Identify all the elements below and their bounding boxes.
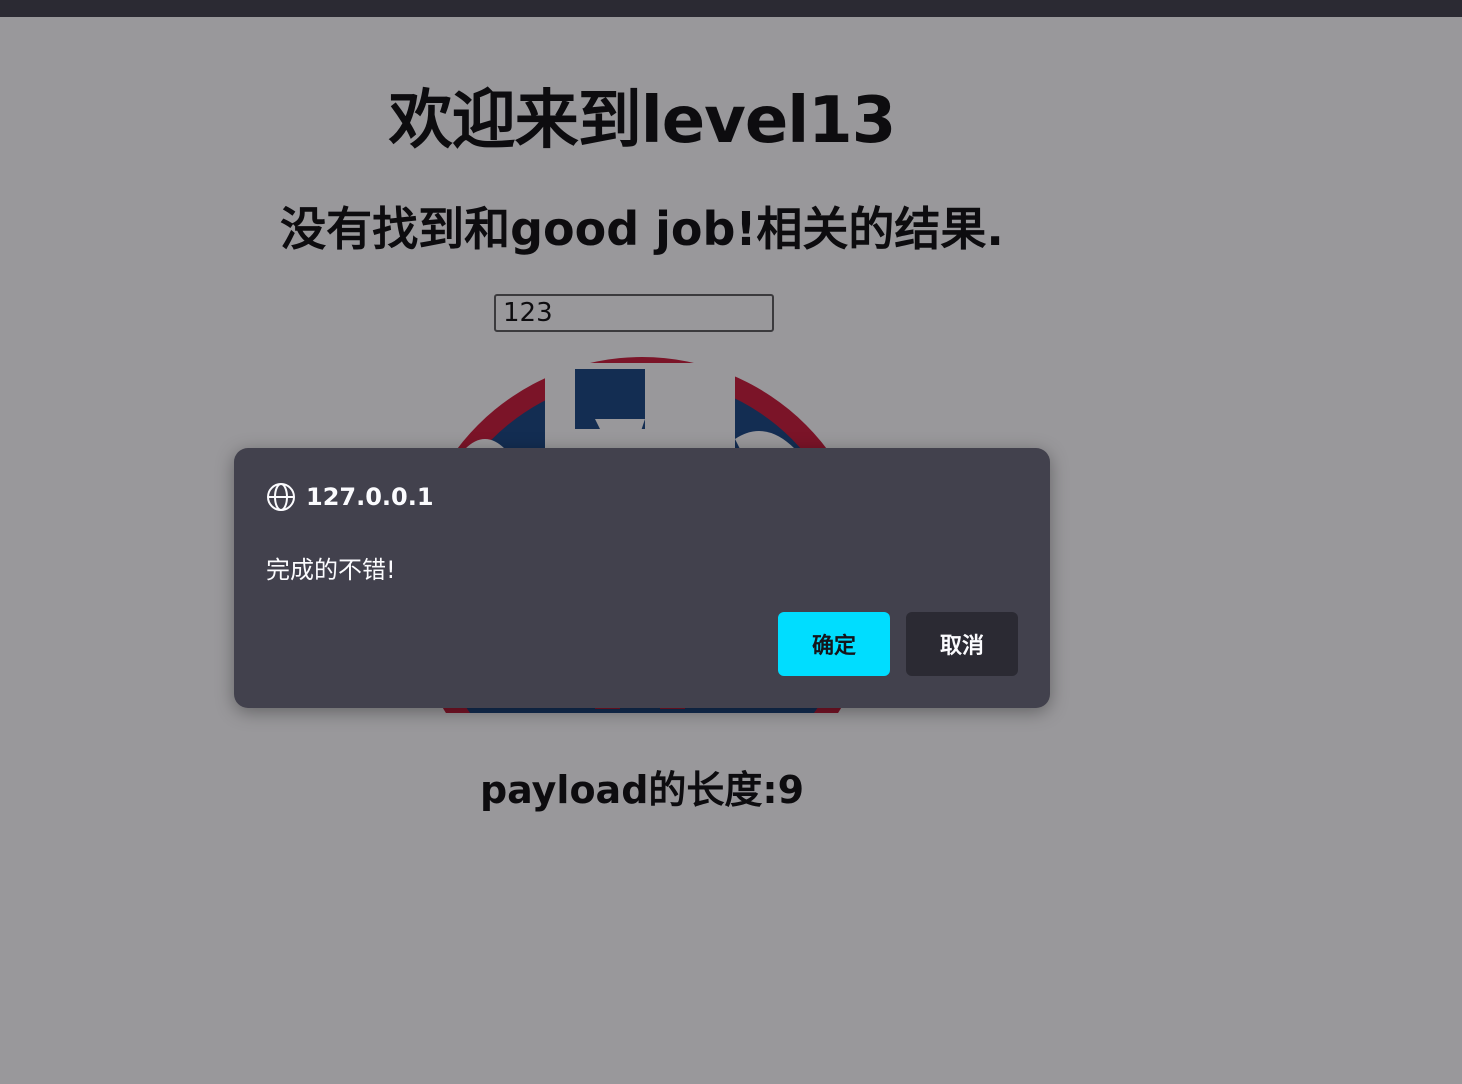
cancel-button[interactable]: 取消 <box>906 612 1018 676</box>
alert-dialog: 127.0.0.1 完成的不错! 确定 取消 <box>234 448 1050 708</box>
dialog-message: 完成的不错! <box>266 556 396 584</box>
dialog-buttons: 确定 取消 <box>778 612 1018 676</box>
browser-top-bar <box>0 0 1462 17</box>
dialog-origin: 127.0.0.1 <box>306 483 434 511</box>
dialog-header: 127.0.0.1 <box>266 481 434 513</box>
globe-icon <box>267 483 295 511</box>
ok-button[interactable]: 确定 <box>778 612 890 676</box>
